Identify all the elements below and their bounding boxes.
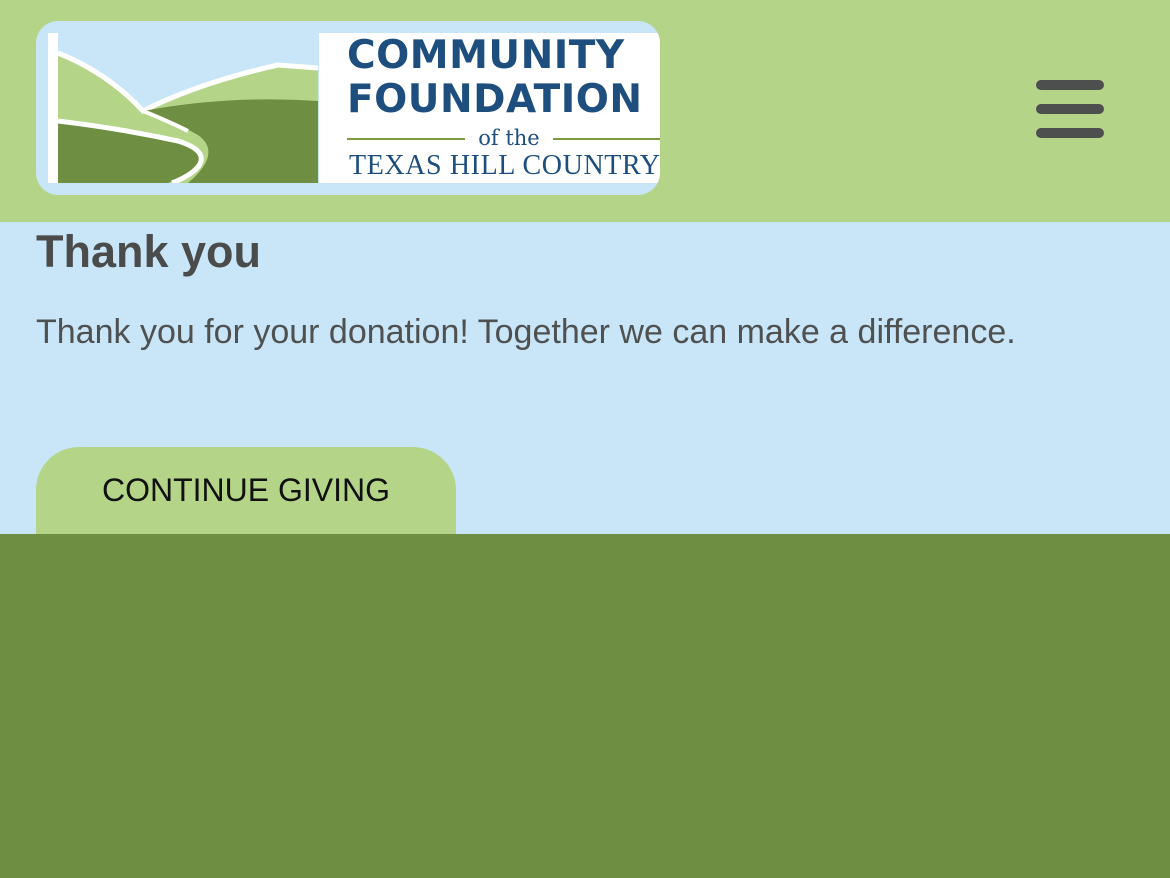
hamburger-menu-icon[interactable] xyxy=(1030,74,1110,144)
logo-line-foundation: FOUNDATION xyxy=(347,77,643,122)
site-header: COMMUNITY FOUNDATION of the TEXAS HILL C… xyxy=(0,0,1170,222)
page-title: Thank you xyxy=(36,226,262,277)
hill-country-landscape-icon xyxy=(48,33,318,183)
logo-of-the: of the xyxy=(478,126,540,150)
continue-giving-button[interactable]: CONTINUE GIVING xyxy=(36,447,456,534)
logo-divider-rule-left xyxy=(347,138,465,140)
logo-wordmark: COMMUNITY FOUNDATION of the TEXAS HILL C… xyxy=(319,33,660,183)
menu-bar-bottom xyxy=(1036,128,1104,138)
logo-line-texas-hill-country: TEXAS HILL COUNTRY xyxy=(349,150,660,181)
thank-you-section: Thank you Thank you for your donation! T… xyxy=(0,222,1170,534)
menu-bar-middle xyxy=(1036,104,1104,114)
logo-line-community: COMMUNITY xyxy=(347,33,625,78)
community-foundation-logo[interactable]: COMMUNITY FOUNDATION of the TEXAS HILL C… xyxy=(36,21,660,195)
logo-divider-rule-right xyxy=(553,138,660,140)
logo-divider: of the xyxy=(347,126,660,150)
menu-bar-top xyxy=(1036,80,1104,90)
thank-you-message: Thank you for your donation! Together we… xyxy=(36,313,1016,351)
